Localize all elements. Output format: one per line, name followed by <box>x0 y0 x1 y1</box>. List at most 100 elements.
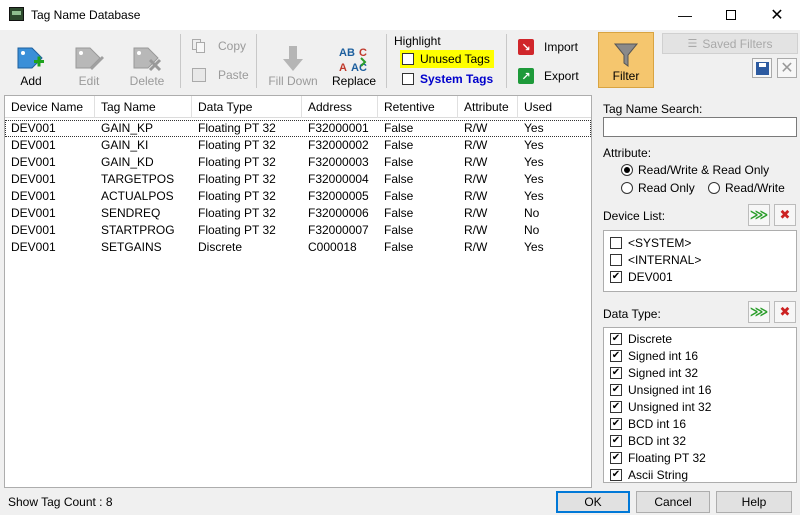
col-device-name[interactable]: Device Name <box>5 96 95 118</box>
type-check[interactable] <box>610 434 622 447</box>
col-retentive[interactable]: Retentive <box>378 96 458 118</box>
list-item[interactable]: Unsigned int 16 <box>610 381 711 398</box>
tag-table[interactable]: Device Name Tag Name Data Type Address R… <box>4 95 592 488</box>
type-check[interactable] <box>610 383 622 396</box>
maximize-button[interactable] <box>708 0 754 30</box>
attr-rw-read-radio[interactable]: Read/Write & Read Only <box>621 163 769 177</box>
export-label: Export <box>544 69 579 83</box>
device-check[interactable] <box>610 236 622 249</box>
copy-icon <box>192 39 206 53</box>
x-icon: ✖ <box>779 207 791 222</box>
table-row[interactable]: DEV001 TARGETPOS Floating PT 32 F3200000… <box>5 171 591 188</box>
fill-down-button[interactable]: Fill Down <box>264 36 322 88</box>
table-row[interactable]: DEV001 STARTPROG Floating PT 32 F3200000… <box>5 222 591 239</box>
list-item[interactable]: Discrete <box>610 330 672 347</box>
cancel-button[interactable]: Cancel <box>636 491 710 513</box>
system-tags-checkbox[interactable]: System Tags <box>400 72 495 86</box>
device-list[interactable]: <SYSTEM> <INTERNAL> DEV001 <box>603 230 797 292</box>
tag-search-input[interactable] <box>603 117 797 137</box>
radio-selected[interactable] <box>621 164 633 176</box>
type-check[interactable] <box>610 468 622 481</box>
system-tags-label: System Tags <box>420 72 494 86</box>
delete-button[interactable]: Delete <box>124 36 170 88</box>
import-label: Import <box>544 40 579 54</box>
tag-count-status: Show Tag Count : 8 <box>8 495 113 509</box>
type-label: BCD int 16 <box>628 416 687 431</box>
paste-button[interactable]: Paste <box>192 68 249 82</box>
help-button[interactable]: Help <box>716 491 792 513</box>
list-item[interactable]: DEV001 <box>610 268 673 285</box>
type-clear-all-button[interactable]: ✖ <box>774 301 796 323</box>
col-tag-name[interactable]: Tag Name <box>95 96 192 118</box>
attr-rw-radio[interactable]: Read/Write <box>708 181 785 195</box>
type-check[interactable] <box>610 417 622 430</box>
cell-used: Yes <box>524 155 544 169</box>
list-item[interactable]: Floating PT 32 <box>610 449 706 466</box>
cell-retentive: False <box>384 138 414 152</box>
device-check[interactable] <box>610 270 622 283</box>
minimize-button[interactable]: — <box>662 0 708 30</box>
cell-device: DEV001 <box>11 138 56 152</box>
table-row[interactable]: DEV001 GAIN_KD Floating PT 32 F32000003 … <box>5 154 591 171</box>
table-row[interactable]: DEV001 SETGAINS Discrete C000018 False R… <box>5 239 591 256</box>
table-row[interactable]: DEV001 GAIN_KI Floating PT 32 F32000002 … <box>5 137 591 154</box>
list-item[interactable]: BCD int 16 <box>610 415 686 432</box>
add-tag-icon <box>17 47 44 69</box>
device-check[interactable] <box>610 253 622 266</box>
type-label: Discrete <box>628 331 673 346</box>
system-tags-check[interactable] <box>402 73 414 85</box>
col-used[interactable]: Used <box>518 96 578 118</box>
export-button[interactable]: ↗ Export <box>518 68 579 84</box>
list-item[interactable]: <SYSTEM> <box>610 234 691 251</box>
replace-icon: AB C A AC <box>339 47 367 74</box>
cell-device: DEV001 <box>11 240 56 254</box>
list-item[interactable]: Unsigned int 32 <box>610 398 711 415</box>
cell-tag: STARTPROG <box>101 223 175 237</box>
clear-filter-button[interactable]: ✕ <box>777 58 797 78</box>
filter-button[interactable]: Filter <box>598 32 654 88</box>
list-item[interactable]: <INTERNAL> <box>610 251 701 268</box>
saved-filters-button[interactable]: ☰ Saved Filters <box>662 33 798 54</box>
radio-unselected[interactable] <box>621 182 633 194</box>
edit-button[interactable]: Edit <box>66 36 112 88</box>
table-row[interactable]: DEV001 ACTUALPOS Floating PT 32 F3200000… <box>5 188 591 205</box>
table-row[interactable]: DEV001 GAIN_KP Floating PT 32 F32000001 … <box>5 120 591 137</box>
col-data-type[interactable]: Data Type <box>192 96 302 118</box>
list-item[interactable]: Ascii String <box>610 466 688 483</box>
data-type-list[interactable]: Discrete Signed int 16 Signed int 32 Uns… <box>603 327 797 483</box>
device-label: <INTERNAL> <box>628 252 702 267</box>
list-icon: ☰ <box>687 38 698 50</box>
type-check[interactable] <box>610 366 622 379</box>
save-filter-button[interactable] <box>752 58 772 78</box>
type-select-all-button[interactable]: ⋙ <box>748 301 770 323</box>
import-button[interactable]: ↘ Import <box>518 39 578 55</box>
device-select-all-button[interactable]: ⋙ <box>748 204 770 226</box>
cell-attribute: R/W <box>464 138 488 152</box>
cell-used: No <box>524 206 540 220</box>
ok-button[interactable]: OK <box>556 491 630 513</box>
type-check[interactable] <box>610 349 622 362</box>
attr-read-radio[interactable]: Read Only <box>621 181 695 195</box>
list-item[interactable]: Signed int 32 <box>610 364 698 381</box>
close-button[interactable]: ✕ <box>754 0 800 30</box>
device-clear-all-button[interactable]: ✖ <box>774 204 796 226</box>
type-label: Unsigned int 16 <box>628 382 712 397</box>
list-item[interactable]: BCD int 32 <box>610 432 686 449</box>
list-item[interactable]: Signed int 16 <box>610 347 698 364</box>
arrow-down-icon <box>283 46 303 71</box>
radio-unselected[interactable] <box>708 182 720 194</box>
paste-icon <box>192 68 206 82</box>
copy-button[interactable]: Copy <box>192 39 246 53</box>
unused-tags-checkbox[interactable]: Unused Tags <box>400 50 494 68</box>
type-check[interactable] <box>610 332 622 345</box>
type-check[interactable] <box>610 400 622 413</box>
type-check[interactable] <box>610 451 622 464</box>
cell-device: DEV001 <box>11 155 56 169</box>
cell-device: DEV001 <box>11 121 56 135</box>
replace-button[interactable]: AB C A AC Replace <box>328 36 380 88</box>
col-attribute[interactable]: Attribute <box>458 96 518 118</box>
add-button[interactable]: Add <box>8 36 54 88</box>
unused-tags-check[interactable] <box>402 53 414 65</box>
table-row[interactable]: DEV001 SENDREQ Floating PT 32 F32000006 … <box>5 205 591 222</box>
col-address[interactable]: Address <box>302 96 378 118</box>
